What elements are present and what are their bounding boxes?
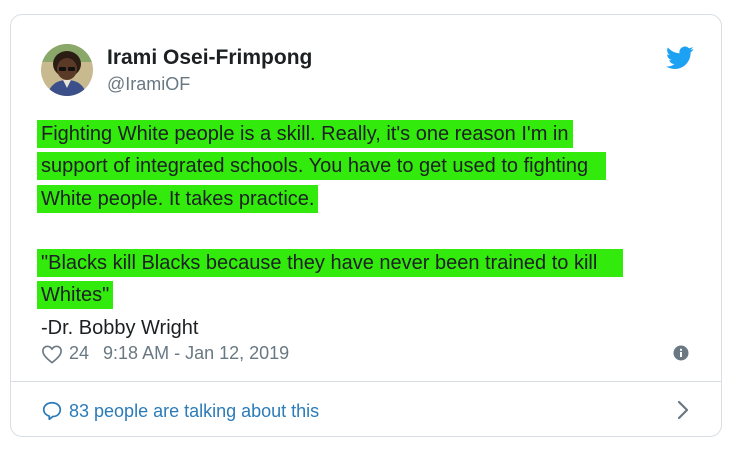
tweet-line: Whites" — [37, 279, 691, 311]
tweet-line: White people. It takes practice. — [37, 183, 691, 215]
tweet-line-text: Whites" — [37, 281, 114, 310]
tweet-line: support of integrated schools. You have … — [37, 150, 691, 182]
avatar-image — [41, 44, 93, 96]
tweet-text: Fighting White people is a skill. Really… — [37, 118, 691, 344]
timestamp-link[interactable]: 9:18 AM - Jan 12, 2019 — [103, 343, 289, 364]
divider — [11, 381, 721, 382]
tweet-line-text: "Blacks kill Blacks because they have ne… — [37, 249, 624, 278]
author-handle[interactable]: @IramiOF — [107, 74, 190, 95]
tweet-line-text: -Dr. Bobby Wright — [41, 316, 199, 339]
tweet-line-text: support of integrated schools. You have … — [37, 152, 607, 181]
tweet-line: Fighting White people is a skill. Really… — [37, 118, 691, 150]
talking-label[interactable]: 83 people are talking about this — [69, 401, 319, 422]
speech-bubble-icon — [42, 401, 62, 421]
tweet-line-text: White people. It takes practice. — [37, 184, 319, 213]
avatar[interactable] — [41, 44, 93, 96]
twitter-bird-icon[interactable] — [666, 46, 694, 70]
chevron-right-icon[interactable] — [676, 400, 690, 420]
talking-link[interactable]: 83 people are talking about this — [41, 400, 319, 422]
info-icon[interactable] — [673, 345, 689, 361]
like-count[interactable]: 24 — [69, 343, 89, 364]
tweet-line: -Dr. Bobby Wright — [41, 312, 691, 344]
tweet-card[interactable]: Irami Osei-Frimpong @IramiOF Fighting Wh… — [10, 14, 722, 437]
tweet-line: "Blacks kill Blacks because they have ne… — [37, 247, 691, 279]
heart-icon[interactable] — [41, 344, 63, 364]
tweet-line-text: Fighting White people is a skill. Really… — [37, 120, 573, 148]
author-name[interactable]: Irami Osei-Frimpong — [107, 46, 312, 70]
tweet-meta: 24 9:18 AM - Jan 12, 2019 — [41, 343, 289, 364]
